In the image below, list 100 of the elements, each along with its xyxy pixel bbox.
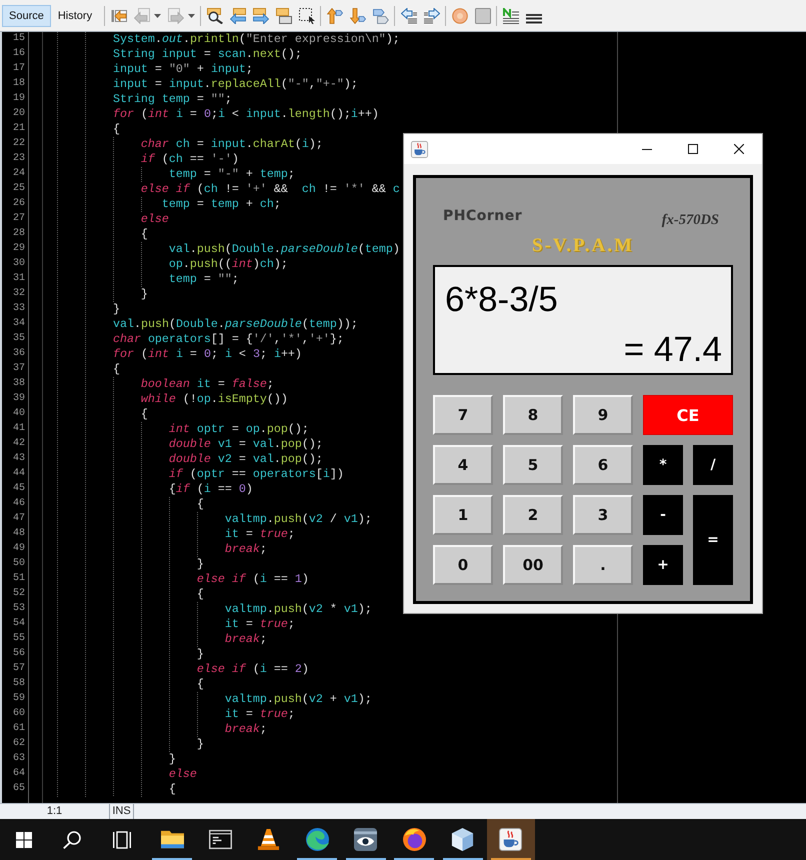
digit-key[interactable]: 0 xyxy=(433,545,493,585)
line-number: 37 xyxy=(12,362,26,376)
equals-key[interactable]: = xyxy=(693,495,733,585)
terminal-icon[interactable] xyxy=(209,828,232,851)
operator-key[interactable]: - xyxy=(643,495,683,535)
line-number: 65 xyxy=(12,782,26,796)
digit-key[interactable]: 00 xyxy=(503,545,563,585)
arrow-up-icon[interactable] xyxy=(327,8,344,24)
model-label: fx-570DS xyxy=(662,212,719,229)
code-line: if (optr == operators[i]) xyxy=(168,467,344,482)
folder-icon[interactable] xyxy=(160,828,184,851)
line-number: 29 xyxy=(12,242,26,256)
arrow-left-icon[interactable] xyxy=(230,8,246,24)
cube-icon[interactable] xyxy=(451,828,474,851)
digit-key[interactable]: 1 xyxy=(433,495,493,535)
code-line: System.out.println("Enter expression\n"); xyxy=(112,32,400,47)
digit-key[interactable]: 8 xyxy=(503,395,563,435)
operator-key[interactable]: + xyxy=(643,545,683,585)
code-line: } xyxy=(196,647,204,662)
code-line: { xyxy=(196,497,204,512)
outdent-icon[interactable] xyxy=(401,8,418,24)
code-line: input = input.replaceAll("-","+-"); xyxy=(112,77,358,92)
highlighted-app-tile[interactable] xyxy=(486,819,536,860)
stacked-frames-icon[interactable] xyxy=(276,8,292,24)
code-line: input = "0" + input; xyxy=(112,62,253,77)
mode-label: S-V.P.A.M xyxy=(532,236,634,256)
stop-icon[interactable] xyxy=(475,8,492,24)
digit-key[interactable]: 4 xyxy=(433,445,493,485)
digit-key[interactable]: 6 xyxy=(573,445,633,485)
coffee-cup-icon[interactable] xyxy=(499,828,522,851)
arrow-right-icon[interactable] xyxy=(253,8,270,24)
code-line: } xyxy=(168,752,176,767)
code-line: int optr = op.pop(); xyxy=(168,422,309,437)
search-icon[interactable] xyxy=(63,830,81,848)
close-icon[interactable] xyxy=(734,144,744,154)
result-text: = 47.4 xyxy=(624,330,722,370)
coffee-cup-icon xyxy=(411,140,428,158)
line-number: 49 xyxy=(12,542,26,556)
tags-icon[interactable] xyxy=(373,8,390,24)
code-line: temp = temp + ch; xyxy=(162,197,281,212)
line-number: 46 xyxy=(12,497,26,511)
search-icon[interactable] xyxy=(207,8,224,24)
arrow-into-frame-icon[interactable] xyxy=(111,8,128,24)
code-line: { xyxy=(196,677,204,692)
code-line: { xyxy=(168,782,176,797)
line-number: 21 xyxy=(12,122,26,136)
digit-key[interactable]: . xyxy=(573,545,633,585)
stacked-windows-icon[interactable] xyxy=(113,830,131,848)
line-number: 36 xyxy=(12,347,26,361)
code-line: String input = scan.next(); xyxy=(112,47,302,62)
record-icon[interactable] xyxy=(452,8,468,24)
indent-icon[interactable] xyxy=(424,8,440,24)
code-line: break; xyxy=(224,632,267,647)
view-tab[interactable]: Source xyxy=(2,4,51,26)
code-line: String temp = ""; xyxy=(112,92,232,107)
minimize-icon[interactable] xyxy=(642,148,652,150)
traffic-cone-icon[interactable] xyxy=(257,828,280,851)
line-number: 26 xyxy=(12,197,26,211)
eye-icon[interactable] xyxy=(354,828,378,851)
flame-globe-icon[interactable] xyxy=(402,828,426,851)
swirl-icon[interactable] xyxy=(306,828,329,851)
line-number: 52 xyxy=(12,587,26,601)
line-number: 45 xyxy=(12,482,26,496)
line-number: 59 xyxy=(12,692,26,706)
line-number: 23 xyxy=(12,152,26,166)
operator-key[interactable]: / xyxy=(693,445,733,485)
line-number: 18 xyxy=(12,77,26,91)
operator-key[interactable]: * xyxy=(643,445,683,485)
comment-lines-icon[interactable] xyxy=(503,8,520,24)
code-line: op.push((int)ch); xyxy=(168,257,288,272)
line-number: 41 xyxy=(12,422,26,436)
maximize-icon[interactable] xyxy=(688,144,698,154)
code-line: { xyxy=(140,227,148,242)
digit-key[interactable]: 9 xyxy=(573,395,633,435)
code-line: { xyxy=(112,122,120,137)
code-line: } xyxy=(112,302,120,317)
code-line: { xyxy=(196,587,204,602)
brand-label: PHCorner xyxy=(443,208,522,224)
line-number: 58 xyxy=(12,677,26,691)
code-line: else if (i == 1) xyxy=(196,572,309,587)
digit-key[interactable]: 7 xyxy=(433,395,493,435)
arrow-down-icon[interactable] xyxy=(350,8,366,24)
line-number: 40 xyxy=(12,407,26,421)
line-number: 54 xyxy=(12,617,26,631)
code-line: } xyxy=(140,287,148,302)
clear-key[interactable]: CE xyxy=(643,395,733,435)
dashed-selection-icon[interactable] xyxy=(299,8,316,24)
code-line: { xyxy=(112,362,120,377)
digit-key[interactable]: 5 xyxy=(503,445,563,485)
line-number: 25 xyxy=(12,182,26,196)
line-number: 27 xyxy=(12,212,26,226)
four-squares-icon[interactable] xyxy=(16,832,32,848)
digit-key[interactable]: 3 xyxy=(573,495,633,535)
line-number: 53 xyxy=(12,602,26,616)
digit-key[interactable]: 2 xyxy=(503,495,563,535)
view-tab[interactable]: History xyxy=(50,4,100,26)
code-line: for (int i = 0; i < 3; i++) xyxy=(112,347,302,362)
line-number: 63 xyxy=(12,752,26,766)
code-line: char operators[] = {'/','*','+'}; xyxy=(112,332,344,347)
code-line: valtmp.push(v2 * v1); xyxy=(224,602,372,617)
